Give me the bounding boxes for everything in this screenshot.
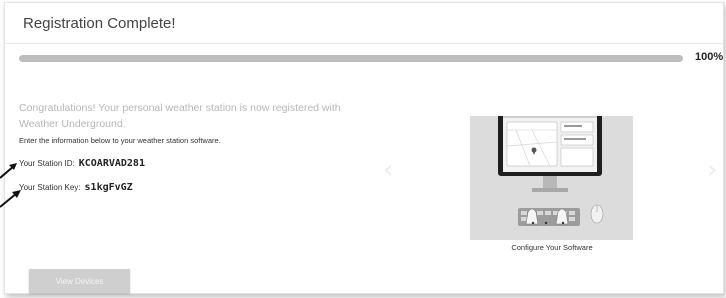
configure-software-illustration bbox=[470, 108, 633, 240]
station-id-row: Your Station ID: KCOARVAD281 bbox=[19, 158, 145, 169]
progress-fill bbox=[19, 55, 683, 62]
station-key-value: s1kgFvGZ bbox=[84, 182, 133, 193]
chevron-left-icon[interactable]: ‹ bbox=[383, 155, 393, 185]
registration-card: Registration Complete! 100% Congratulati… bbox=[4, 2, 724, 294]
computer-icon bbox=[498, 108, 604, 226]
arrow-pointer-icon bbox=[0, 163, 17, 179]
page-title: Registration Complete! bbox=[23, 15, 176, 32]
station-id-label: Your Station ID: bbox=[19, 159, 75, 168]
title-divider bbox=[5, 43, 723, 44]
chevron-right-icon[interactable]: › bbox=[707, 155, 717, 185]
instruction-text: Enter the information below to your weat… bbox=[19, 136, 221, 145]
station-key-row: Your Station Key: s1kgFvGZ bbox=[19, 182, 133, 193]
view-devices-button[interactable]: View Devices bbox=[29, 269, 130, 293]
station-key-label: Your Station Key: bbox=[19, 183, 81, 192]
congrats-message: Congratulations! Your personal weather s… bbox=[19, 102, 341, 130]
progress-percent: 100% bbox=[695, 51, 724, 63]
arrow-pointer-icon bbox=[0, 190, 21, 208]
illustration-caption: Configure Your Software bbox=[511, 243, 593, 252]
progress-bar bbox=[19, 55, 683, 62]
station-id-value: KCOARVAD281 bbox=[78, 158, 145, 169]
